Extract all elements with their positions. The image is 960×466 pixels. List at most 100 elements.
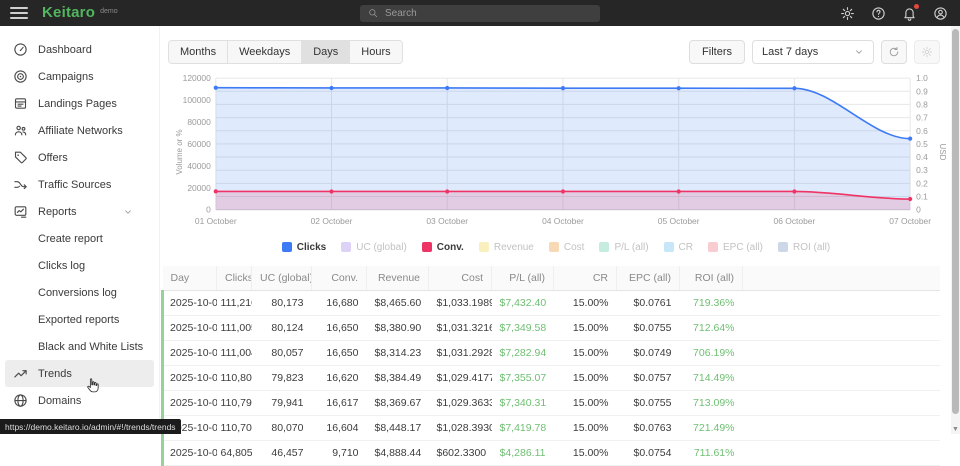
cell-p-l-all: $7,282.94 (492, 341, 554, 366)
sidebar-item-dashboard[interactable]: Dashboard (0, 36, 159, 63)
search-box[interactable] (360, 5, 600, 22)
column-header-epc-all[interactable]: EPC (all) (617, 266, 680, 291)
legend-label: Revenue (494, 242, 534, 253)
page-scrollbar[interactable]: ▼ (951, 26, 960, 434)
cell-clicks: 111,005 (217, 316, 252, 341)
brand-logo[interactable]: Keitarodemo (28, 4, 118, 22)
sidebar-item-domains[interactable]: Domains (0, 387, 159, 414)
toolbar-right-controls: Filters Last 7 days (689, 40, 940, 64)
cell-clicks: 111,004 (217, 341, 252, 366)
user-account-icon[interactable] (933, 6, 948, 21)
legend-label: Clicks (297, 242, 326, 253)
legend-item-uc-global[interactable]: UC (global) (341, 242, 407, 253)
cell-cr: 15.00% (554, 316, 617, 341)
legend-item-roi-all[interactable]: ROI (all) (778, 242, 830, 253)
sidebar-item-black-and-white-lists[interactable]: Black and White Lists (0, 333, 159, 360)
column-header-day[interactable]: Day (163, 266, 217, 291)
notification-dot (914, 4, 919, 9)
tab-days[interactable]: Days (302, 41, 350, 63)
cell-epc-all: $0.0755 (617, 316, 680, 341)
notifications-bell-icon[interactable] (902, 6, 917, 21)
legend-item-clicks[interactable]: Clicks (282, 242, 326, 253)
column-header-uc-global[interactable]: UC (global) (252, 266, 312, 291)
column-header-cr[interactable]: CR (554, 266, 617, 291)
filters-button[interactable]: Filters (689, 40, 745, 64)
sidebar-item-campaigns[interactable]: Campaigns (0, 63, 159, 90)
sidebar-item-label: Clicks log (38, 260, 85, 272)
svg-text:06 October: 06 October (774, 216, 816, 226)
sidebar-item-label: Create report (38, 233, 103, 245)
legend-swatch (599, 242, 609, 252)
legend-item-cost[interactable]: Cost (549, 242, 585, 253)
cell-p-l-all: $7,349.58 (492, 316, 554, 341)
cell-revenue: $8,369.67 (367, 391, 429, 416)
svg-text:01 October: 01 October (195, 216, 237, 226)
toolbar: MonthsWeekdaysDaysHours Filters Last 7 d… (168, 40, 940, 64)
svg-text:0: 0 (916, 205, 921, 215)
cell-conv: 16,620 (312, 366, 367, 391)
svg-text:40000: 40000 (187, 161, 211, 171)
cell-epc-all: $0.0761 (617, 291, 680, 316)
column-header-conv[interactable]: Conv. (312, 266, 367, 291)
svg-text:80000: 80000 (187, 117, 211, 127)
legend-swatch (708, 242, 718, 252)
legend-item-epc-all[interactable]: EPC (all) (708, 242, 763, 253)
refresh-button[interactable] (881, 40, 907, 64)
sidebar-item-landings-pages[interactable]: Landings Pages (0, 90, 159, 117)
sidebar-item-traffic-sources[interactable]: Traffic Sources (0, 171, 159, 198)
sidebar-item-exported-reports[interactable]: Exported reports (0, 306, 159, 333)
column-header-cost[interactable]: Cost (429, 266, 492, 291)
svg-text:60000: 60000 (187, 139, 211, 149)
help-icon[interactable] (871, 6, 886, 21)
scrollbar-thumb[interactable] (952, 29, 959, 414)
legend-item-cr[interactable]: CR (664, 242, 693, 253)
legend-item-conv[interactable]: Conv. (422, 242, 464, 253)
settings-icon[interactable] (840, 6, 855, 21)
search-icon (368, 8, 378, 18)
cell-clicks: 110,704 (217, 416, 252, 441)
tab-weekdays[interactable]: Weekdays (228, 41, 302, 63)
cell-cost: $1,031.2928 (429, 341, 492, 366)
cell-p-l-all: $7,432.40 (492, 291, 554, 316)
column-header-roi-all[interactable]: ROI (all) (680, 266, 743, 291)
cell-conv: 16,604 (312, 416, 367, 441)
cell-revenue: $8,465.60 (367, 291, 429, 316)
sidebar-item-clicks-log[interactable]: Clicks log (0, 252, 159, 279)
scrollbar-down-arrow-icon[interactable]: ▼ (951, 426, 960, 433)
cell-cr: 15.00% (554, 341, 617, 366)
table-row: 2025-10-03111,00480,05716,650$8,314.23$1… (163, 341, 941, 366)
column-header-clicks[interactable]: Clicks (217, 266, 252, 291)
search-input[interactable] (385, 8, 585, 19)
svg-text:0.3: 0.3 (916, 165, 928, 175)
cell-p-l-all: $7,419.78 (492, 416, 554, 441)
cell-epc-all: $0.0754 (617, 441, 680, 466)
sidebar-item-label: Trends (38, 368, 72, 380)
trends-chart[interactable]: Volume or % USD 020000400006000080000100… (164, 70, 942, 234)
sidebar-item-trends[interactable]: Trends (5, 360, 154, 387)
chart-settings-button[interactable] (914, 40, 940, 64)
legend-swatch (341, 242, 351, 252)
sidebar-item-create-report[interactable]: Create report (0, 225, 159, 252)
sidebar-item-affiliate-networks[interactable]: Affiliate Networks (0, 117, 159, 144)
sidebar-item-offers[interactable]: Offers (0, 144, 159, 171)
date-range-select[interactable]: Last 7 days (752, 40, 874, 64)
sidebar-item-reports[interactable]: Reports (0, 198, 159, 225)
sidebar-item-label: Offers (38, 152, 68, 164)
sidebar-item-label: Black and White Lists (38, 341, 143, 353)
cell-epc-all: $0.0757 (617, 366, 680, 391)
legend-item-p-l-all[interactable]: P/L (all) (599, 242, 648, 253)
column-header-revenue[interactable]: Revenue (367, 266, 429, 291)
cell-conv: 16,617 (312, 391, 367, 416)
sidebar-item-conversions-log[interactable]: Conversions log (0, 279, 159, 306)
svg-text:03 October: 03 October (426, 216, 468, 226)
tab-months[interactable]: Months (169, 41, 228, 63)
tab-hours[interactable]: Hours (350, 41, 401, 63)
legend-item-revenue[interactable]: Revenue (479, 242, 534, 253)
cell-epc-all: $0.0763 (617, 416, 680, 441)
svg-text:0.5: 0.5 (916, 139, 928, 149)
period-tab-group: MonthsWeekdaysDaysHours (168, 40, 403, 64)
cell-uc-global: 79,941 (252, 391, 312, 416)
svg-text:07 October: 07 October (889, 216, 931, 226)
column-header-p-l-all[interactable]: P/L (all) (492, 266, 554, 291)
menu-icon[interactable] (10, 7, 28, 19)
